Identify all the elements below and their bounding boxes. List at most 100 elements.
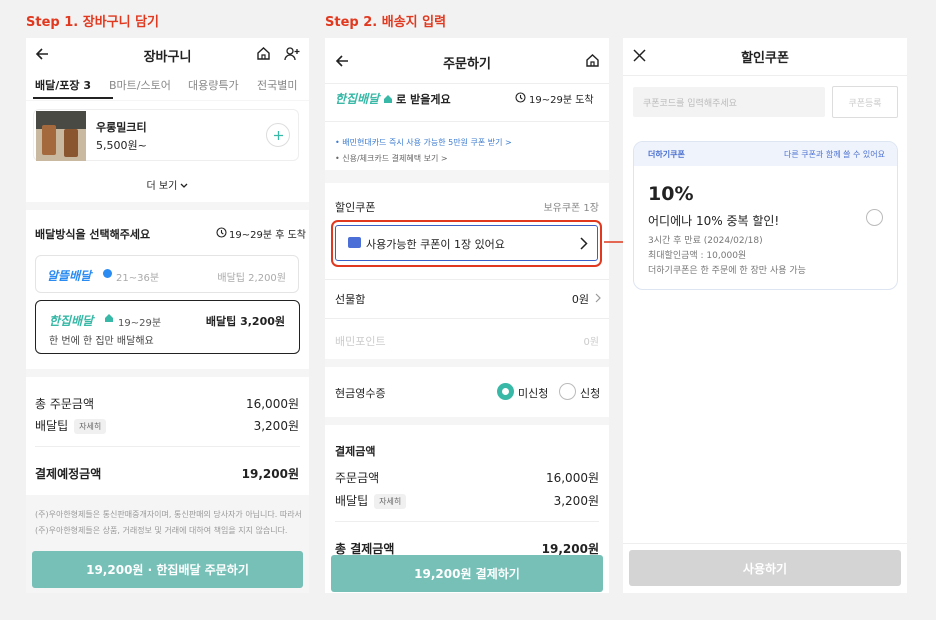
promo-card-link[interactable]: • 배민현대카드 즉시 사용 가능한 5만원 쿠폰 받기 > <box>335 137 512 148</box>
hanjip-tip: 배달팁 3,200원 <box>205 315 285 328</box>
hanjip-brand: 한집배달 <box>49 314 94 328</box>
receive-method: 한집배달 로 받을게요 <box>335 90 451 107</box>
clock-icon <box>515 92 526 103</box>
coupon-card[interactable]: 더하기쿠폰 다른 쿠폰과 함께 쓸 수 있어요 10% 어디에나 10% 중복 … <box>633 141 898 290</box>
receipt-label: 현금영수증 <box>335 387 386 400</box>
coupon-highlight: 사용가능한 쿠폰이 1장 있어요 <box>331 220 602 267</box>
divider <box>35 446 300 447</box>
receipt-radio-none[interactable] <box>497 383 514 400</box>
alddl-badge-icon <box>103 269 112 278</box>
receive-suffix: 로 받을게요 <box>396 93 451 106</box>
hanjip-desc: 한 번에 한 집만 배달해요 <box>49 336 154 347</box>
receipt-opt-apply: 신청 <box>580 387 601 400</box>
coupon-expiry: 3시간 후 만료 (2024/02/18) <box>648 236 763 246</box>
order-screen: 주문하기 한집배달 로 받을게요 19~29분 도착 • 배민현대카드 즉시 사… <box>325 38 609 593</box>
clock-icon <box>216 227 227 238</box>
coupon-label: 할인쿠폰 <box>335 201 376 214</box>
tip-row: 배달팁 자세히 <box>35 417 107 434</box>
receipt-radio-apply[interactable] <box>559 383 576 400</box>
gift-label: 선물함 <box>335 293 366 306</box>
expected-total-label: 결제예정금액 <box>35 467 102 481</box>
total-order-value: 16,000원 <box>245 397 299 411</box>
coupon-ticket-icon <box>348 237 361 248</box>
coupon-code-input[interactable]: 쿠폰코드를 입력해주세요 <box>633 87 825 117</box>
house-badge-icon <box>105 314 113 322</box>
item-price: 5,500원~ <box>96 139 147 152</box>
tip-label: 배달팁 <box>35 419 69 433</box>
divider <box>623 75 907 76</box>
coupon-name: 어디에나 10% 중복 할인! <box>648 214 780 228</box>
coupon-title: 할인쿠폰 <box>741 51 789 66</box>
coupon-card-tagbar: 더하기쿠폰 다른 쿠폰과 함께 쓸 수 있어요 <box>634 142 897 166</box>
coupon-tag: 더하기쿠폰 <box>648 150 685 159</box>
pay-button[interactable]: 19,200원 결제하기 <box>331 555 603 592</box>
divider <box>335 521 599 522</box>
option-alddl[interactable]: 알뜰배달 21~36분 배달팁 2,200원 <box>35 255 299 293</box>
coupon-rule: 더하기쿠폰은 한 주문에 한 장만 사용 가능 <box>648 266 806 276</box>
cart-header: 장바구니 배달/포장 3 B마트/스토어 대용량특가 전국별미 <box>26 38 309 100</box>
house-badge-icon <box>383 95 392 103</box>
more-button[interactable]: 더 보기 <box>26 177 309 192</box>
divider <box>325 83 609 84</box>
coupon-register-button[interactable]: 쿠폰등록 <box>832 86 898 118</box>
tip-detail-chip[interactable]: 자세히 <box>74 419 107 434</box>
pay-tip-row: 배달팁 자세히 <box>335 492 407 509</box>
coupon-select-radio[interactable] <box>866 209 883 226</box>
delivery-eta: 19~29분 후 도착 <box>229 230 306 241</box>
step1-title: Step 1. 장바구니 담기 <box>26 15 160 30</box>
divider <box>325 318 609 319</box>
home-icon[interactable] <box>256 46 271 61</box>
cart-item[interactable]: 우롱밀크티 5,500원~ <box>33 109 299 161</box>
add-item-button[interactable] <box>266 123 290 147</box>
tab-bulk[interactable]: 대용량특가 <box>188 77 239 93</box>
step2-title: Step 2. 배송지 입력 <box>325 15 447 30</box>
receive-brand: 한집배달 <box>335 92 380 106</box>
order-summary: 총 주문금액 16,000원 배달팁 자세히 3,200원 결제예정금액 19,2… <box>26 377 309 495</box>
option-hanjip[interactable]: 한집배달 19~29분 배달팁 3,200원 한 번에 한 집만 배달해요 <box>35 300 300 354</box>
coupon-max: 최대할인금액 : 10,000원 <box>648 251 747 261</box>
coupon-select-button[interactable]: 사용가능한 쿠폰이 1장 있어요 <box>335 225 598 261</box>
order-button[interactable]: 19,200원 · 한집배달 주문하기 <box>32 551 303 588</box>
promo-benefit-link[interactable]: • 신용/체크카드 결제혜택 보기 > <box>335 153 448 164</box>
item-name: 우롱밀크티 <box>96 121 147 134</box>
coupon-code-placeholder: 쿠폰코드를 입력해주세요 <box>643 99 737 109</box>
cart-item-section: 우롱밀크티 5,500원~ 더 보기 <box>26 101 309 202</box>
order-eta: 19~29분 도착 <box>529 95 594 106</box>
chevron-down-icon <box>181 183 188 188</box>
tab-delivery[interactable]: 배달/포장 3 <box>35 77 91 93</box>
alddl-brand: 알뜰배달 <box>47 269 92 283</box>
expected-total-value: 19,200원 <box>241 467 299 481</box>
receipt-opt-none: 미신청 <box>518 387 549 400</box>
cart-screen: 장바구니 배달/포장 3 B마트/스토어 대용량특가 전국별미 우롱밀크티 5,… <box>26 38 309 593</box>
tip-value: 3,200원 <box>253 419 299 433</box>
chevron-right-icon[interactable] <box>595 293 601 303</box>
use-coupon-button[interactable]: 사용하기 <box>629 550 901 586</box>
add-user-icon[interactable] <box>284 46 300 61</box>
gift-value[interactable]: 0원 <box>572 291 589 307</box>
tab-underline <box>33 97 113 99</box>
receipt-section: 현금영수증 미신청 신청 <box>325 367 609 417</box>
tab-bmart[interactable]: B마트/스토어 <box>109 77 171 93</box>
product-image <box>36 111 86 161</box>
order-title: 주문하기 <box>443 57 491 72</box>
coupon-button-label: 사용가능한 쿠폰이 1장 있어요 <box>366 238 505 251</box>
pay-tip-label: 배달팁 <box>335 494 369 508</box>
pay-tip-chip[interactable]: 자세히 <box>374 494 407 509</box>
point-label: 배민포인트 <box>335 335 386 348</box>
point-value: 0원 <box>583 337 599 348</box>
coupon-screen: 할인쿠폰 쿠폰코드를 입력해주세요 쿠폰등록 더하기쿠폰 다른 쿠폰과 함께 쓸… <box>623 38 907 593</box>
tab-local[interactable]: 전국별미 <box>257 77 297 93</box>
delivery-method-heading: 배달방식을 선택해주세요 <box>35 228 151 241</box>
hanjip-time: 19~29분 <box>118 318 162 329</box>
plus-icon <box>274 131 283 140</box>
more-label: 더 보기 <box>146 181 178 192</box>
pay-heading: 결제금액 <box>335 445 376 458</box>
home-icon[interactable] <box>585 53 600 68</box>
coupon-owned: 보유쿠폰 1장 <box>543 203 599 214</box>
coupon-amount: 10% <box>648 183 694 205</box>
radio-dot <box>502 388 509 395</box>
discount-section: 할인쿠폰 보유쿠폰 1장 사용가능한 쿠폰이 1장 있어요 선물함 0원 배민포… <box>325 183 609 359</box>
divider <box>623 543 907 544</box>
pay-tip-value: 3,200원 <box>553 494 599 508</box>
divider <box>325 279 609 280</box>
